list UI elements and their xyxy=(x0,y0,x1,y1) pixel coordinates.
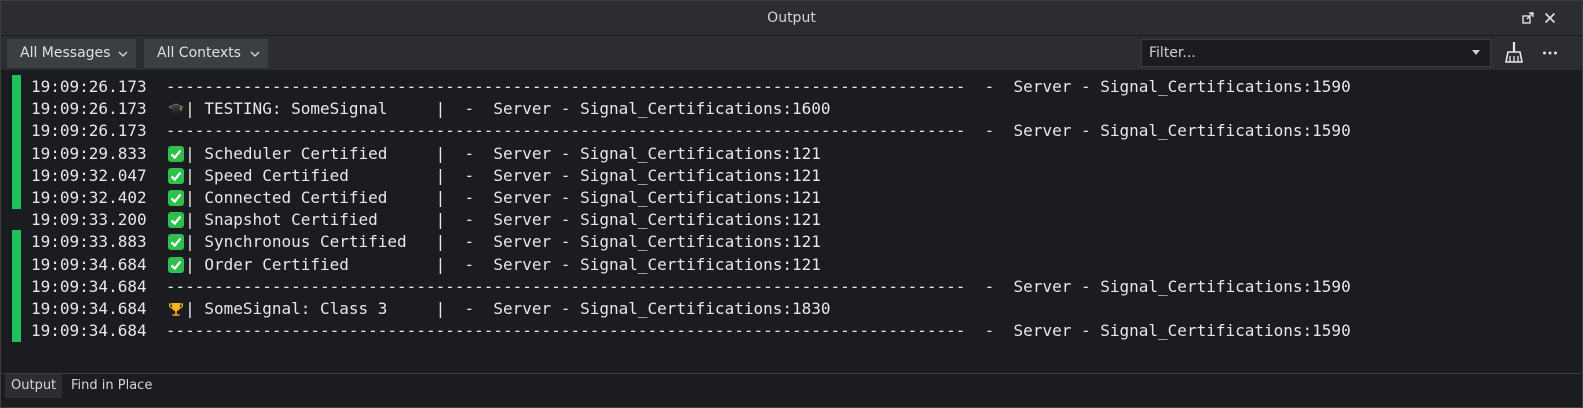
log-row[interactable]: 19:09:26.173 ---------------------------… xyxy=(1,75,1561,98)
graduation-cap-icon xyxy=(168,103,184,114)
check-icon xyxy=(168,234,184,251)
row-status-bar xyxy=(12,319,21,343)
log-message: ----------------------------------------… xyxy=(165,121,1351,141)
log-message: ----------------------------------------… xyxy=(165,321,1351,341)
log-timestamp: 19:09:26.173 xyxy=(31,77,147,96)
contexts-filter-label: All Contexts xyxy=(157,45,241,61)
log-message: ----------------------------------------… xyxy=(165,77,1351,96)
log-row[interactable]: 19:09:26.173 | TESTING: SomeSignal | - S… xyxy=(1,97,1561,121)
log-row[interactable]: 19:09:34.684 ---------------------------… xyxy=(1,274,1561,298)
row-status-bar xyxy=(12,141,21,165)
log-row[interactable]: 19:09:34.684 ---------------------------… xyxy=(1,319,1561,343)
log-timestamp: 19:09:33.200 xyxy=(31,210,147,230)
trophy-icon xyxy=(168,303,184,316)
log-line-text: 19:09:29.833 | Scheduler Certified | - S… xyxy=(31,143,821,165)
log-line-text: 19:09:34.684 | SomeSignal: Class 3 | - S… xyxy=(31,298,831,320)
log-list: 19:09:26.173 ---------------------------… xyxy=(1,71,1582,371)
log-line-text: 19:09:26.173 | TESTING: SomeSignal | - S… xyxy=(31,98,831,120)
log-line-text: 19:09:34.684 | Order Certified | - Serve… xyxy=(31,254,821,276)
log-timestamp: 19:09:32.047 xyxy=(31,165,147,185)
log-message: | Speed Certified | - Server - Signal_Ce… xyxy=(185,165,821,185)
log-timestamp: 19:09:34.684 xyxy=(31,276,147,296)
more-options-icon[interactable] xyxy=(1542,46,1558,60)
log-row[interactable]: 19:09:26.173 ---------------------------… xyxy=(1,119,1561,143)
undock-icon[interactable] xyxy=(1520,10,1536,26)
log-timestamp: 19:09:26.173 xyxy=(31,99,147,119)
check-icon xyxy=(168,145,184,162)
bottom-tabs: Output Find in Place xyxy=(1,374,1582,407)
log-line-text: 19:09:33.883 | Synchronous Certified | -… xyxy=(31,231,821,253)
log-line-text: 19:09:32.402 | Connected Certified | - S… xyxy=(31,187,821,209)
row-status-bar xyxy=(12,274,21,298)
log-row[interactable]: 19:09:32.402 | Connected Certified | - S… xyxy=(1,186,1561,209)
close-icon[interactable] xyxy=(1542,10,1558,26)
log-message: | TESTING: SomeSignal | - Server - Signa… xyxy=(185,99,831,119)
log-timestamp: 19:09:33.883 xyxy=(31,232,147,252)
log-line-text: 19:09:34.684 ---------------------------… xyxy=(31,276,1351,298)
log-timestamp: 19:09:34.684 xyxy=(31,299,147,318)
log-line-text: 19:09:32.047 | Speed Certified | - Serve… xyxy=(31,165,821,187)
log-message: | Snapshot Certified | - Server - Signal… xyxy=(185,210,821,230)
check-icon xyxy=(168,212,184,229)
log-message: | Synchronous Certified | - Server - Sig… xyxy=(185,232,821,252)
check-icon xyxy=(168,167,184,184)
output-window: Output All Messages All Contexts Filter.… xyxy=(0,0,1583,408)
log-row[interactable]: 19:09:34.684 | Order Certified | - Serve… xyxy=(1,252,1561,276)
check-icon xyxy=(168,256,184,273)
log-message: | SomeSignal: Class 3 | - Server - Signa… xyxy=(185,299,831,318)
log-row[interactable]: 19:09:29.833 | Scheduler Certified | - S… xyxy=(1,141,1561,165)
chevron-down-icon xyxy=(250,51,260,58)
log-timestamp: 19:09:26.173 xyxy=(31,121,147,141)
row-status-bar xyxy=(12,297,21,320)
check-icon xyxy=(168,190,184,206)
row-status-bar xyxy=(12,97,21,121)
row-status-bar xyxy=(12,186,21,209)
tab-output[interactable]: Output xyxy=(5,374,63,398)
log-line-text: 19:09:34.684 ---------------------------… xyxy=(31,320,1351,342)
log-message: ----------------------------------------… xyxy=(165,276,1351,296)
log-message: | Order Certified | - Server - Signal_Ce… xyxy=(185,254,821,274)
filter-input[interactable]: Filter... xyxy=(1141,39,1491,67)
tab-find-in-place[interactable]: Find in Place xyxy=(65,374,158,398)
log-row[interactable]: 19:09:34.684 | SomeSignal: Class 3 | - S… xyxy=(1,297,1561,320)
messages-filter-label: All Messages xyxy=(20,45,111,61)
log-row[interactable]: 19:09:32.047 | Speed Certified | - Serve… xyxy=(1,163,1561,187)
row-status-bar xyxy=(12,119,21,143)
row-status-bar xyxy=(12,75,21,98)
log-message: | Scheduler Certified | - Server - Signa… xyxy=(185,143,821,163)
log-row[interactable]: 19:09:33.883 | Synchronous Certified | -… xyxy=(1,230,1561,254)
filter-placeholder: Filter... xyxy=(1149,45,1196,61)
log-line-text: 19:09:26.173 ---------------------------… xyxy=(31,120,1351,142)
title-bar: Output xyxy=(1,1,1582,36)
log-row[interactable]: 19:09:33.200 | Snapshot Certified | - Se… xyxy=(1,209,1561,231)
log-line-text: 19:09:26.173 ---------------------------… xyxy=(31,76,1351,98)
row-status-bar xyxy=(12,252,21,276)
log-timestamp: 19:09:29.833 xyxy=(31,143,147,163)
log-timestamp: 19:09:32.402 xyxy=(31,188,147,207)
row-status-bar xyxy=(12,163,21,187)
row-status-bar xyxy=(12,230,21,254)
log-timestamp: 19:09:34.684 xyxy=(31,321,147,341)
toolbar: All Messages All Contexts Filter... xyxy=(1,36,1582,70)
chevron-down-icon xyxy=(118,51,128,58)
contexts-filter-dropdown[interactable]: All Contexts xyxy=(144,39,268,68)
log-timestamp: 19:09:34.684 xyxy=(31,254,147,274)
log-message: | Connected Certified | - Server - Signa… xyxy=(185,188,821,207)
window-title: Output xyxy=(767,10,816,26)
broom-clear-icon[interactable] xyxy=(1500,40,1526,66)
caret-down-icon[interactable] xyxy=(1472,50,1480,55)
log-line-text: 19:09:33.200 | Snapshot Certified | - Se… xyxy=(31,209,821,231)
messages-filter-dropdown[interactable]: All Messages xyxy=(7,39,136,68)
